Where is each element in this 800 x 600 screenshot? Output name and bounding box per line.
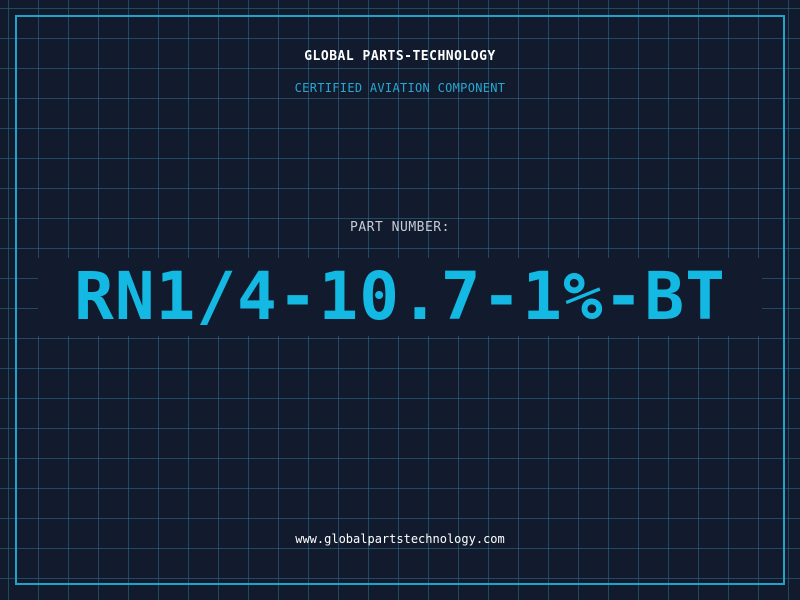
part-number-label: PART NUMBER:: [350, 220, 450, 235]
part-number-value: RN1/4-10.7-1%-BT: [38, 258, 762, 336]
website-url: www.globalpartstechnology.com: [295, 532, 505, 546]
company-name: GLOBAL PARTS-TECHNOLOGY: [304, 49, 496, 64]
certification-subtitle: CERTIFIED AVIATION COMPONENT: [294, 81, 506, 95]
